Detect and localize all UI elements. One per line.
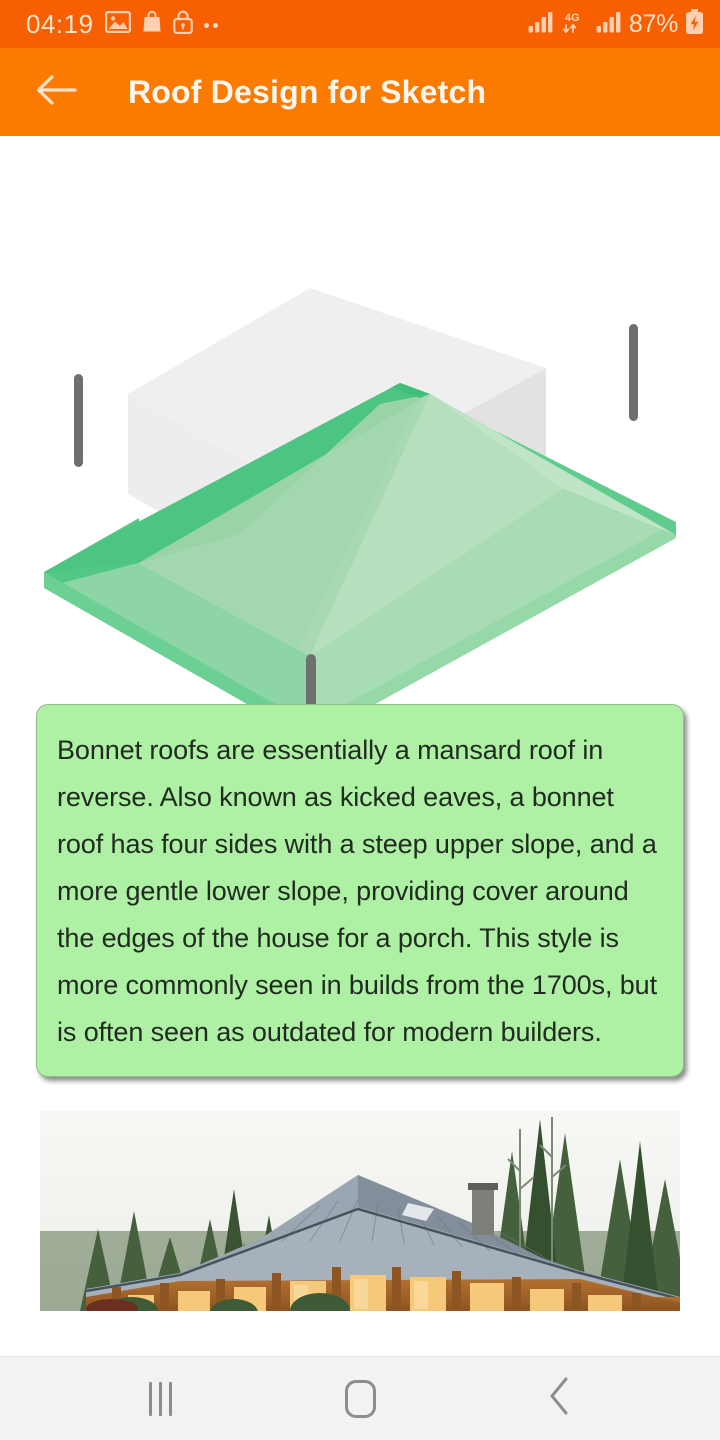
- chevron-left-icon: [547, 1376, 573, 1421]
- status-bar-left: 04:19: [26, 10, 218, 39]
- system-back-button[interactable]: [512, 1365, 608, 1433]
- signal-bars-icon: [528, 11, 554, 38]
- arrow-left-icon: [35, 73, 77, 112]
- recents-button[interactable]: [112, 1365, 208, 1433]
- svg-text:4G: 4G: [565, 12, 580, 24]
- signal-bars-2-icon: [596, 11, 622, 38]
- home-button[interactable]: [312, 1365, 408, 1433]
- gallery-icon: [104, 10, 131, 38]
- app-bar: Roof Design for Sketch: [0, 48, 720, 136]
- battery-charging-icon: [685, 8, 704, 40]
- system-navigation-bar: [0, 1356, 720, 1440]
- recents-icon: [148, 1381, 172, 1416]
- home-icon: [344, 1379, 376, 1418]
- back-navigation-button[interactable]: [30, 66, 82, 118]
- bonnet-roof-3d-diagram: [0, 136, 720, 704]
- status-bar-right: 4G 87%: [528, 8, 704, 40]
- status-bar: 04:19 4G 87%: [0, 0, 720, 48]
- description-card: Bonnet roofs are essentially a mansard r…: [36, 704, 684, 1077]
- bonnet-roof-house-photo: [20, 1111, 700, 1333]
- status-clock: 04:19: [26, 9, 94, 39]
- shopping-bag-icon: [142, 10, 162, 38]
- description-text: Bonnet roofs are essentially a mansard r…: [57, 735, 657, 1047]
- network-4g-icon: 4G: [561, 10, 589, 39]
- content-scroll-area[interactable]: Bonnet roofs are essentially a mansard r…: [0, 136, 720, 1356]
- more-dots-icon: [203, 20, 218, 28]
- battery-percent-label: 87%: [628, 9, 678, 38]
- app-root: 04:19 4G 87% Roof Design for Sketch Bonn…: [0, 0, 720, 1440]
- page-title: Roof Design for Sketch: [128, 73, 487, 110]
- lock-icon: [172, 10, 193, 39]
